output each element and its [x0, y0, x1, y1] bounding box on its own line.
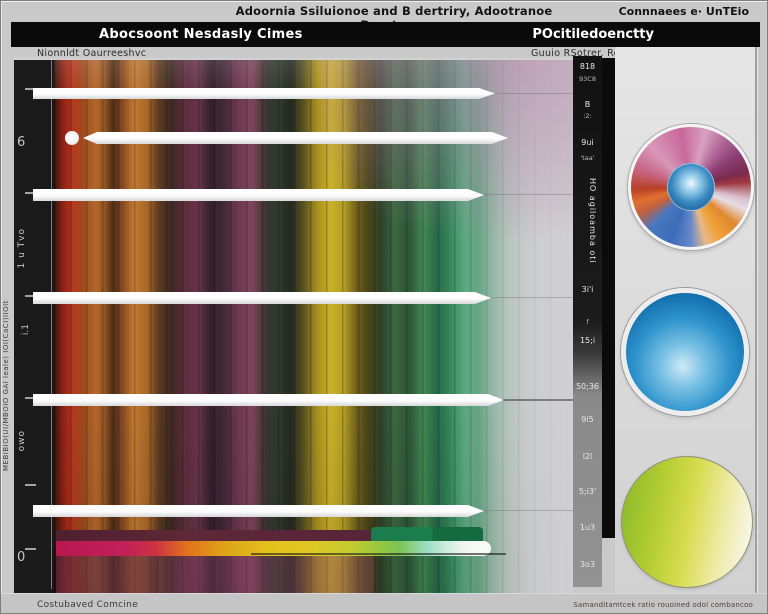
panel-edge-line [755, 47, 757, 593]
right-tick-label: 'taa' [580, 154, 595, 162]
marker-bar-6 [33, 505, 484, 517]
right-tick-label: 3i'i [581, 285, 594, 294]
y-tick-mark [25, 548, 36, 550]
right-tick-label: 9ui [581, 138, 594, 147]
right-tick-label: 93C8 [579, 75, 596, 83]
marker-bar-4 [33, 292, 491, 304]
right-tick-label: :2: [583, 112, 592, 120]
blue-sphere-swatch [621, 288, 749, 416]
right-tick-label: 50;36 [575, 382, 600, 391]
y-tick-mark [25, 484, 36, 486]
y-tick-label: 0 [17, 550, 26, 565]
gridline-extension [501, 399, 573, 401]
footer-bar: Costubaved Comcine Samanditamtcek ratio … [1, 593, 767, 613]
right-tick-label: f [586, 318, 589, 326]
yellow-green-ball-swatch [621, 456, 753, 588]
y-tick-label: 1 u Tvo [17, 228, 27, 269]
marker-bar-5 [33, 394, 504, 406]
right-tick-label: 818 [579, 62, 596, 71]
footer-left-caption: Costubaved Comcine [37, 600, 139, 610]
marker-bar-2 [83, 132, 508, 144]
y-tick-label: 6 [17, 135, 26, 150]
right-tick-label: 5;i3' [578, 487, 597, 496]
figure-panel: Adoornia Ssiluionoe and B dertriry, Adoo… [0, 0, 768, 614]
gridline-extension [495, 93, 573, 94]
disc-center-sphere [667, 163, 715, 211]
right-tick-label: l2l [582, 452, 593, 461]
bottom-pink-overlay [56, 554, 374, 593]
y-axis-title: MEBIBIO(UI/MBOIO GAI leale) IOI(CaCI)IIO… [2, 300, 10, 471]
right-tick-label: 15;i [579, 336, 596, 345]
right-tick-label: 3o3 [579, 560, 596, 569]
y-tick-label: i.1 [21, 324, 31, 336]
header-corner-text: Connnaees e· UnTEio [618, 5, 749, 18]
right-tick-label: 1u3 [579, 523, 596, 532]
gridline-extension [484, 510, 573, 511]
spectrum-plot-area: 6 1 u Tvo i.1 owo 0 [14, 58, 573, 593]
marker-dot [65, 131, 79, 145]
right-tick-label: 9i5 [581, 415, 594, 424]
right-scale-strip: 818 93C8 B :2: 9ui 'taa' HO agiloamba ot… [573, 56, 602, 587]
header-bar-right-label: POcitiledoenctty [532, 27, 654, 42]
y-tick-label: owo [17, 430, 27, 452]
rainbow-disc-swatch [628, 124, 754, 250]
marker-bar-1 [33, 88, 495, 99]
gridline-extension [484, 194, 573, 195]
right-tick-label: B [584, 100, 591, 109]
right-scale-axis-label: HO agiloamba oti [588, 178, 597, 264]
right-black-bar [602, 58, 615, 538]
header-black-bar: Abocsoont Nesdasly Cimes POcitiledoenctt… [11, 22, 760, 47]
gridline-extension [491, 297, 573, 298]
header-bar-left-label: Abocsoont Nesdasly Cimes [99, 27, 303, 42]
marker-bar-3 [33, 189, 484, 201]
footer-right-caption: Samanditamtcek ratio rouoined odol comba… [573, 601, 753, 609]
dark-underline [251, 553, 506, 555]
